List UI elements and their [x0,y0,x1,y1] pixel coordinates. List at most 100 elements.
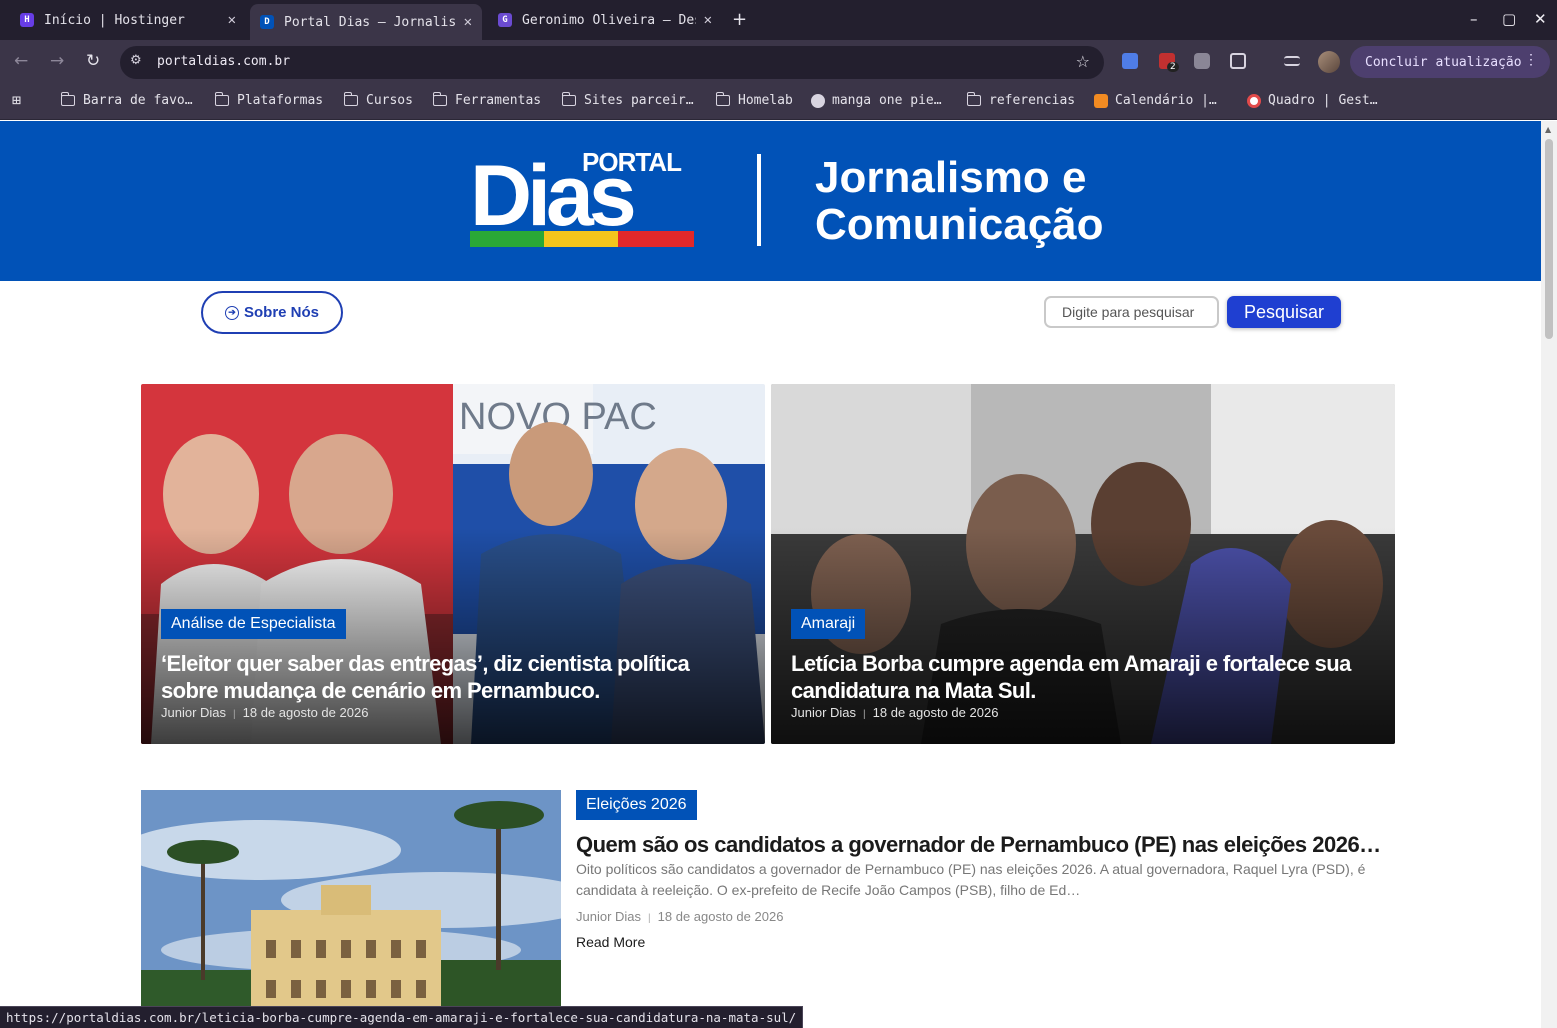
category-badge[interactable]: Eleições 2026 [576,790,697,820]
camera-icon[interactable] [1194,53,1210,69]
logo-stripe-yellow [544,231,618,247]
author[interactable]: Junior Dias [576,909,641,924]
browser-tab-portal-dias[interactable]: D Portal Dias – Jornalismo e Comunicação… [250,4,482,40]
bookmarks-bar: ⊞ Barra de favo… Plataformas Cursos Ferr… [0,84,1557,120]
bookmark-label: referencias [989,93,1076,108]
go-icon: G [498,13,512,27]
scroll-up-icon[interactable]: ▲ [1545,125,1551,134]
new-tab-button[interactable]: + [732,9,747,30]
bookmark-label: Plataformas [237,93,324,108]
close-tab-icon[interactable]: ✕ [704,12,712,28]
bookmark-folder-homelab[interactable]: Homelab [715,92,793,108]
post-date: 18 de agosto de 2026 [242,705,369,720]
browser-tab-hostinger[interactable]: H Início | Hostinger ✕ [10,4,246,36]
bookmark-label: Barra de favo… [83,93,193,108]
folder-icon [343,92,358,106]
update-browser-button[interactable]: Concluir atualização ⋮ [1350,46,1550,78]
category-badge[interactable]: Análise de Especialista [161,609,346,639]
portal-dias-icon: D [260,15,274,29]
site-settings-icon[interactable]: ⚙ [130,53,148,71]
media-control-icon[interactable] [1284,56,1300,66]
page-scrollbar[interactable]: ▲ [1541,121,1557,1028]
profile-avatar[interactable] [1318,51,1340,73]
category-badge[interactable]: Amaraji [791,609,866,639]
post-date: 18 de agosto de 2026 [657,909,784,924]
logo-stripe-green [470,231,544,247]
browser-tab-geronimo[interactable]: G Geronimo Oliveira – Desenvolvedor ✕ [488,4,722,36]
close-tab-icon[interactable]: ✕ [464,14,472,30]
board-icon [1247,93,1261,108]
forward-arrow-icon[interactable]: → [50,51,64,71]
bookmark-folder-sites-parceiros[interactable]: Sites parceir… [561,92,694,108]
post-meta: Junior Dias | 18 de agosto de 2026 [576,909,784,924]
calendar-icon [1094,93,1108,108]
tagline-line-1: Jornalismo e [815,153,1087,202]
bookmark-calendario[interactable]: Calendário |… [1094,93,1217,108]
tab-title: Portal Dias – Jornalismo e Comunicação [284,14,456,30]
folder-icon [432,92,447,106]
logo-stripe-red [618,231,694,247]
close-window-button[interactable]: ✕ [1534,10,1547,28]
extension-docs-icon[interactable] [1122,53,1138,69]
menu-dots-icon[interactable]: ⋮ [1524,52,1538,68]
extension-count-badge: 2 [1167,62,1179,72]
browser-tabstrip: H Início | Hostinger ✕ D Portal Dias – J… [0,0,1557,40]
back-arrow-icon[interactable]: ← [14,51,28,71]
portal-dias-logo[interactable]: Dias PORTAL [470,143,696,251]
featured-headline[interactable]: ‘Eleitor quer saber das entregas’, diz c… [161,650,751,704]
logo-portal-text: PORTAL [582,147,682,177]
web-page: Dias PORTAL Jornalismo e Comunicação ➔ S… [0,121,1541,1028]
bookmark-label: manga one pie… [832,93,942,108]
header-divider [757,154,761,246]
bookmark-quadro[interactable]: Quadro | Gest… [1247,93,1378,108]
close-tab-icon[interactable]: ✕ [228,12,236,28]
reload-icon[interactable]: ↻ [86,51,100,71]
bookmark-folder-referencias[interactable]: referencias [966,92,1076,108]
author[interactable]: Junior Dias [791,705,856,720]
search-input[interactable] [1044,296,1219,328]
address-url[interactable]: portaldias.com.br [157,54,290,69]
site-tagline: Jornalismo e Comunicação [815,154,1104,248]
about-us-label: Sobre Nós [243,304,319,321]
bookmark-folder-cursos[interactable]: Cursos [343,92,413,108]
read-more-link[interactable]: Read More [576,934,645,950]
arrow-circle-icon: ➔ [224,305,239,320]
search-button[interactable]: Pesquisar [1227,296,1341,328]
bookmark-star-icon[interactable]: ☆ [1076,52,1090,71]
featured-headline[interactable]: Letícia Borba cumpre agenda em Amaraji e… [791,650,1381,704]
post-excerpt: Oito políticos são candidatos a governad… [576,861,1366,898]
bookmark-folder-favoritos[interactable]: Barra de favo… [60,92,193,108]
apps-grid-icon[interactable]: ⊞ [12,91,21,109]
browser-toolbar: ← → ↻ ⚙ portaldias.com.br ☆ 2 Concluir a… [0,40,1557,84]
maximize-button[interactable]: ▢ [1502,10,1516,28]
minimize-button[interactable]: – [1470,10,1478,28]
bookmark-folder-ferramentas[interactable]: Ferramentas [432,92,541,108]
update-label: Concluir atualização [1365,54,1522,70]
address-bar[interactable]: ⚙ portaldias.com.br ☆ [120,46,1104,79]
post-thumbnail[interactable] [141,790,561,1028]
about-us-button[interactable]: ➔ Sobre Nós [201,291,343,334]
palace-image [141,790,561,1028]
author[interactable]: Junior Dias [161,705,226,720]
bookmark-label: Calendário |… [1115,93,1217,108]
post-meta: Junior Dias | 18 de agosto de 2026 [161,705,369,720]
folder-icon [715,92,730,106]
folder-icon [214,92,229,106]
folder-icon [966,92,981,106]
bookmark-manga[interactable]: manga one pie… [811,93,942,108]
bookmark-label: Homelab [738,93,793,108]
link-status-bar: https://portaldias.com.br/leticia-borba-… [0,1006,804,1028]
featured-card-2[interactable]: Amaraji Letícia Borba cumpre agenda em A… [771,384,1395,744]
bookmark-label: Cursos [366,93,413,108]
post-meta: Junior Dias | 18 de agosto de 2026 [791,705,999,720]
folder-icon [561,92,576,106]
extensions-puzzle-icon[interactable] [1230,53,1246,69]
globe-icon [811,93,825,108]
hostinger-icon: H [20,13,34,27]
featured-card-1[interactable]: NOVO PAC Análise de Especialista ‘Eleito… [141,384,765,744]
bookmark-label: Sites parceir… [584,93,694,108]
post-title[interactable]: Quem são os candidatos a governador de P… [576,832,1381,858]
bookmark-folder-plataformas[interactable]: Plataformas [214,92,324,108]
scrollbar-thumb[interactable] [1545,139,1553,339]
tagline-line-2: Comunicação [815,200,1104,249]
